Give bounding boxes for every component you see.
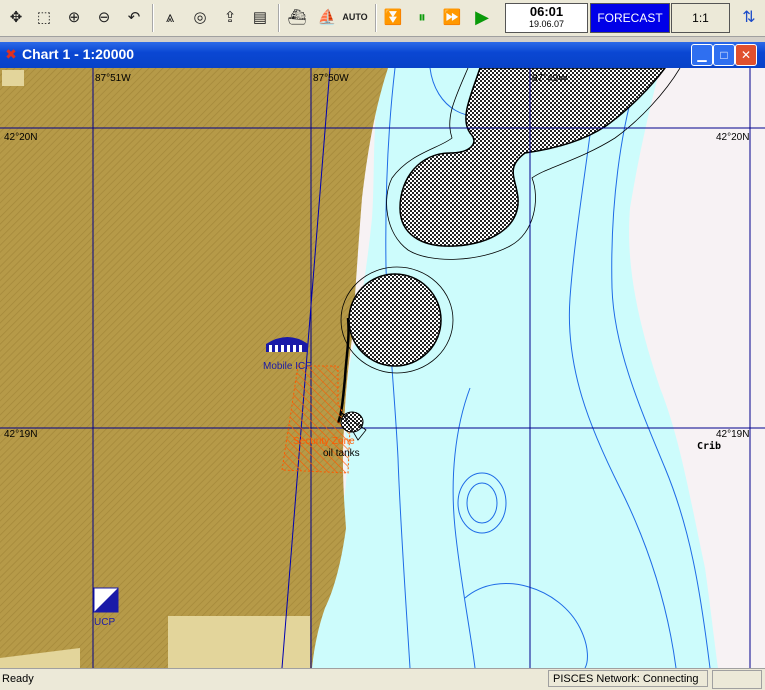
ucp-icon[interactable] <box>93 587 119 613</box>
land-patch <box>2 70 24 86</box>
app-icon: ✖ <box>5 46 17 62</box>
refresh-icon[interactable]: ⇅ <box>737 5 761 29</box>
latitude-label: 42°20N <box>716 132 749 143</box>
play-icon[interactable]: ▶ <box>470 5 494 29</box>
zoom-in-icon[interactable]: ⊕ <box>62 5 86 29</box>
longitude-label: 87°49W <box>532 73 568 84</box>
target-icon[interactable]: ◎ <box>188 5 212 29</box>
move-arrows-icon[interactable]: ✥ <box>4 5 28 29</box>
oil-tanks-label: oil tanks <box>323 448 360 459</box>
status-network: PISCES Network: Connecting <box>548 670 708 687</box>
land-patch <box>168 616 310 668</box>
window-title: Chart 1 - 1:20000 <box>22 46 135 62</box>
latitude-label: 42°19N <box>4 429 37 440</box>
longitude-label: 87°51W <box>95 73 131 84</box>
compass-icon[interactable]: ⩓ <box>158 5 182 29</box>
forecast-button[interactable]: FORECAST <box>590 3 670 33</box>
longitude-label: 87°50W <box>313 73 349 84</box>
auto-mode-button[interactable]: AUTO <box>342 5 367 29</box>
latitude-label: 42°20N <box>4 132 37 143</box>
status-ready: Ready <box>2 673 34 685</box>
chart-window-titlebar: ✖ Chart 1 - 1:20000 ▁ □ ✕ <box>0 42 765 68</box>
ucp-label: UCP <box>94 617 115 628</box>
ship-track-icon[interactable]: ⛵ <box>315 5 339 29</box>
latitude-label: 42°19N <box>716 429 749 440</box>
toolbar-separator <box>152 4 154 32</box>
chart-map[interactable]: 87°51W 87°50W 87°49W 42°20N 42°19N 42°20… <box>0 68 765 668</box>
status-panel <box>712 670 762 689</box>
minimize-button[interactable]: ▁ <box>691 44 713 66</box>
toolbar-separator <box>375 4 377 32</box>
breakwater-south <box>348 273 442 367</box>
pause-icon[interactable]: ⏸ <box>410 5 434 29</box>
sim-time: 06:01 <box>529 4 564 19</box>
toolbar-separator <box>278 4 280 32</box>
layers-icon[interactable]: ▤ <box>248 5 272 29</box>
maximize-button[interactable]: □ <box>713 44 735 66</box>
toolbar: ✥ ⬚ ⊕ ⊖ ↶ ⩓ ◎ ⇪ ▤ ⛴ ⛵ AUTO ⏬ ⏸ ⏩ ▶ 06:01… <box>0 0 765 37</box>
scale-button[interactable]: 1:1 <box>671 3 730 33</box>
sim-time-display: 06:01 19.06.07 <box>505 3 588 33</box>
mobile-icp-label: Mobile ICP <box>263 361 312 372</box>
zoom-window-icon[interactable]: ⬚ <box>32 5 56 29</box>
close-button[interactable]: ✕ <box>735 44 757 66</box>
zoom-out-icon[interactable]: ⊖ <box>92 5 116 29</box>
security-zone-label: Security Zone <box>293 436 355 447</box>
chart-svg[interactable]: 87°51W 87°50W 87°49W 42°20N 42°19N 42°20… <box>0 68 765 668</box>
undo-icon[interactable]: ↶ <box>122 5 146 29</box>
step-down-icon[interactable]: ⏬ <box>381 5 405 29</box>
status-bar: Ready PISCES Network: Connecting <box>0 668 765 690</box>
export-icon[interactable]: ⇪ <box>218 5 242 29</box>
ship-view-icon[interactable]: ⛴ <box>285 5 309 29</box>
fast-forward-icon[interactable]: ⏩ <box>440 5 464 29</box>
crib-label: Crib <box>697 440 721 452</box>
sim-date: 19.06.07 <box>528 19 565 29</box>
